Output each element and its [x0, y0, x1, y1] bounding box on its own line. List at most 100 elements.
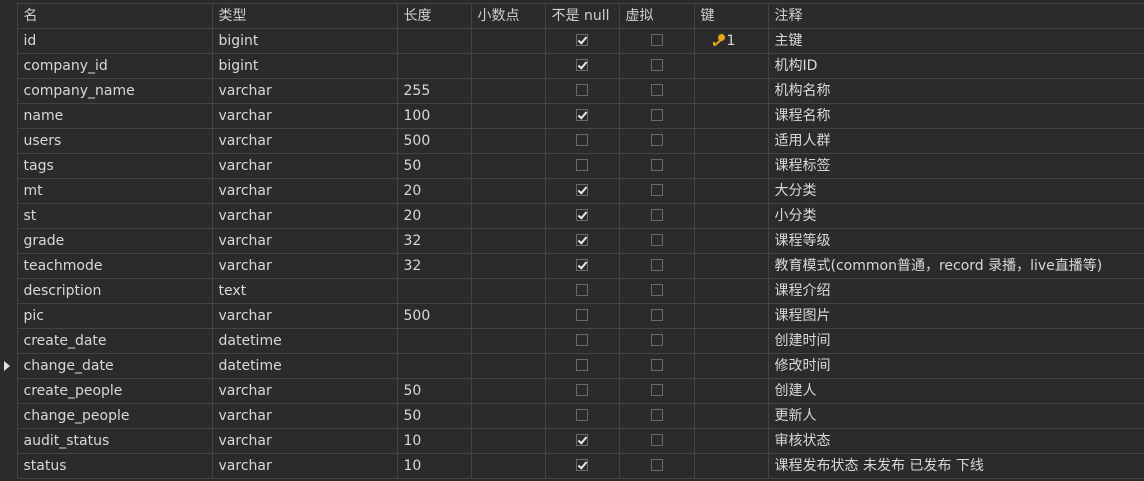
field-name-cell[interactable]: mt — [16, 178, 213, 204]
field-key-cell[interactable] — [693, 303, 769, 329]
field-length-cell[interactable] — [396, 353, 472, 379]
field-length-cell[interactable]: 10 — [396, 453, 472, 479]
field-decimals-cell[interactable] — [470, 78, 546, 104]
table-row[interactable]: grade varchar 32 课程等级 — [0, 228, 1144, 254]
field-length-cell[interactable]: 32 — [396, 253, 472, 279]
not-null-checkbox[interactable] — [576, 308, 588, 321]
field-length-cell[interactable]: 500 — [396, 303, 472, 329]
row-indicator[interactable] — [0, 378, 18, 404]
field-key-cell[interactable]: 1 — [693, 28, 769, 54]
field-length-cell[interactable]: 20 — [396, 203, 472, 229]
field-key-cell[interactable] — [693, 378, 769, 404]
field-key-cell[interactable] — [693, 403, 769, 429]
virtual-checkbox[interactable] — [650, 158, 663, 171]
field-comment-cell[interactable]: 更新人 — [767, 403, 1144, 429]
row-indicator[interactable] — [0, 128, 18, 154]
virtual-checkbox[interactable] — [650, 233, 663, 246]
not-null-checkbox[interactable] — [576, 283, 588, 296]
field-type-cell[interactable]: varchar — [211, 453, 398, 479]
column-header-decimals[interactable]: 小数点 — [470, 3, 546, 29]
field-name-cell[interactable]: id — [16, 28, 213, 54]
field-key-cell[interactable] — [693, 178, 769, 204]
field-name-cell[interactable]: users — [16, 128, 213, 154]
field-comment-cell[interactable]: 审核状态 — [767, 428, 1144, 454]
not-null-checkbox[interactable] — [576, 183, 588, 196]
row-indicator[interactable] — [0, 303, 18, 329]
column-header-not-null[interactable]: 不是 null — [544, 3, 620, 29]
not-null-checkbox[interactable] — [576, 208, 588, 221]
field-length-cell[interactable] — [396, 53, 472, 79]
not-null-checkbox[interactable] — [576, 58, 588, 71]
field-key-cell[interactable] — [693, 203, 769, 229]
field-length-cell[interactable]: 50 — [396, 378, 472, 404]
field-type-cell[interactable]: varchar — [211, 78, 398, 104]
field-type-cell[interactable]: bigint — [211, 53, 398, 79]
table-row[interactable]: pic varchar 500 课程图片 — [0, 303, 1144, 329]
virtual-checkbox[interactable] — [650, 458, 663, 471]
field-name-cell[interactable]: st — [16, 203, 213, 229]
field-comment-cell[interactable]: 教育模式(common普通，record 录播，live直播等) — [767, 253, 1144, 279]
field-type-cell[interactable]: text — [211, 278, 398, 304]
field-length-cell[interactable]: 500 — [396, 128, 472, 154]
field-name-cell[interactable]: company_id — [16, 53, 213, 79]
not-null-checkbox[interactable] — [576, 133, 588, 146]
virtual-checkbox[interactable] — [650, 183, 663, 196]
field-key-cell[interactable] — [693, 428, 769, 454]
row-indicator[interactable] — [0, 428, 18, 454]
field-decimals-cell[interactable] — [470, 428, 546, 454]
field-key-cell[interactable] — [693, 253, 769, 279]
table-row[interactable]: id bigint 1 主键 — [0, 28, 1144, 54]
field-decimals-cell[interactable] — [470, 228, 546, 254]
field-name-cell[interactable]: change_date — [16, 353, 213, 379]
row-indicator[interactable] — [0, 103, 18, 129]
field-type-cell[interactable]: varchar — [211, 153, 398, 179]
field-length-cell[interactable] — [396, 28, 472, 54]
field-key-cell[interactable] — [693, 128, 769, 154]
row-indicator[interactable] — [0, 353, 18, 379]
field-decimals-cell[interactable] — [470, 53, 546, 79]
virtual-checkbox[interactable] — [650, 308, 663, 321]
table-row[interactable]: change_people varchar 50 更新人 — [0, 403, 1144, 429]
field-comment-cell[interactable]: 创建时间 — [767, 328, 1144, 354]
column-header-type[interactable]: 类型 — [211, 3, 398, 29]
table-row[interactable]: mt varchar 20 大分类 — [0, 178, 1144, 204]
field-comment-cell[interactable]: 修改时间 — [767, 353, 1144, 379]
row-indicator[interactable] — [0, 228, 18, 254]
field-name-cell[interactable]: create_date — [16, 328, 213, 354]
virtual-checkbox[interactable] — [650, 258, 663, 271]
table-row[interactable]: description text 课程介绍 — [0, 278, 1144, 304]
field-comment-cell[interactable]: 课程图片 — [767, 303, 1144, 329]
table-row[interactable]: change_date datetime 修改时间 — [0, 353, 1144, 379]
virtual-checkbox[interactable] — [650, 358, 663, 371]
field-type-cell[interactable]: datetime — [211, 353, 398, 379]
table-row[interactable]: create_date datetime 创建时间 — [0, 328, 1144, 354]
field-decimals-cell[interactable] — [470, 153, 546, 179]
field-decimals-cell[interactable] — [470, 378, 546, 404]
field-type-cell[interactable]: bigint — [211, 28, 398, 54]
virtual-checkbox[interactable] — [650, 408, 663, 421]
not-null-checkbox[interactable] — [576, 333, 588, 346]
virtual-checkbox[interactable] — [650, 83, 663, 96]
not-null-checkbox[interactable] — [576, 383, 588, 396]
field-name-cell[interactable]: pic — [16, 303, 213, 329]
field-key-cell[interactable] — [693, 453, 769, 479]
field-key-cell[interactable] — [693, 353, 769, 379]
column-header-virtual[interactable]: 虚拟 — [618, 3, 695, 29]
field-decimals-cell[interactable] — [470, 303, 546, 329]
field-decimals-cell[interactable] — [470, 128, 546, 154]
field-key-cell[interactable] — [693, 53, 769, 79]
row-indicator[interactable] — [0, 178, 18, 204]
field-decimals-cell[interactable] — [470, 278, 546, 304]
field-length-cell[interactable]: 32 — [396, 228, 472, 254]
row-indicator[interactable] — [0, 278, 18, 304]
field-comment-cell[interactable]: 课程标签 — [767, 153, 1144, 179]
field-key-cell[interactable] — [693, 228, 769, 254]
not-null-checkbox[interactable] — [576, 108, 588, 121]
field-name-cell[interactable]: grade — [16, 228, 213, 254]
field-comment-cell[interactable]: 机构ID — [767, 53, 1144, 79]
not-null-checkbox[interactable] — [576, 233, 588, 246]
field-key-cell[interactable] — [693, 278, 769, 304]
field-decimals-cell[interactable] — [470, 28, 546, 54]
field-type-cell[interactable]: varchar — [211, 378, 398, 404]
field-decimals-cell[interactable] — [470, 403, 546, 429]
